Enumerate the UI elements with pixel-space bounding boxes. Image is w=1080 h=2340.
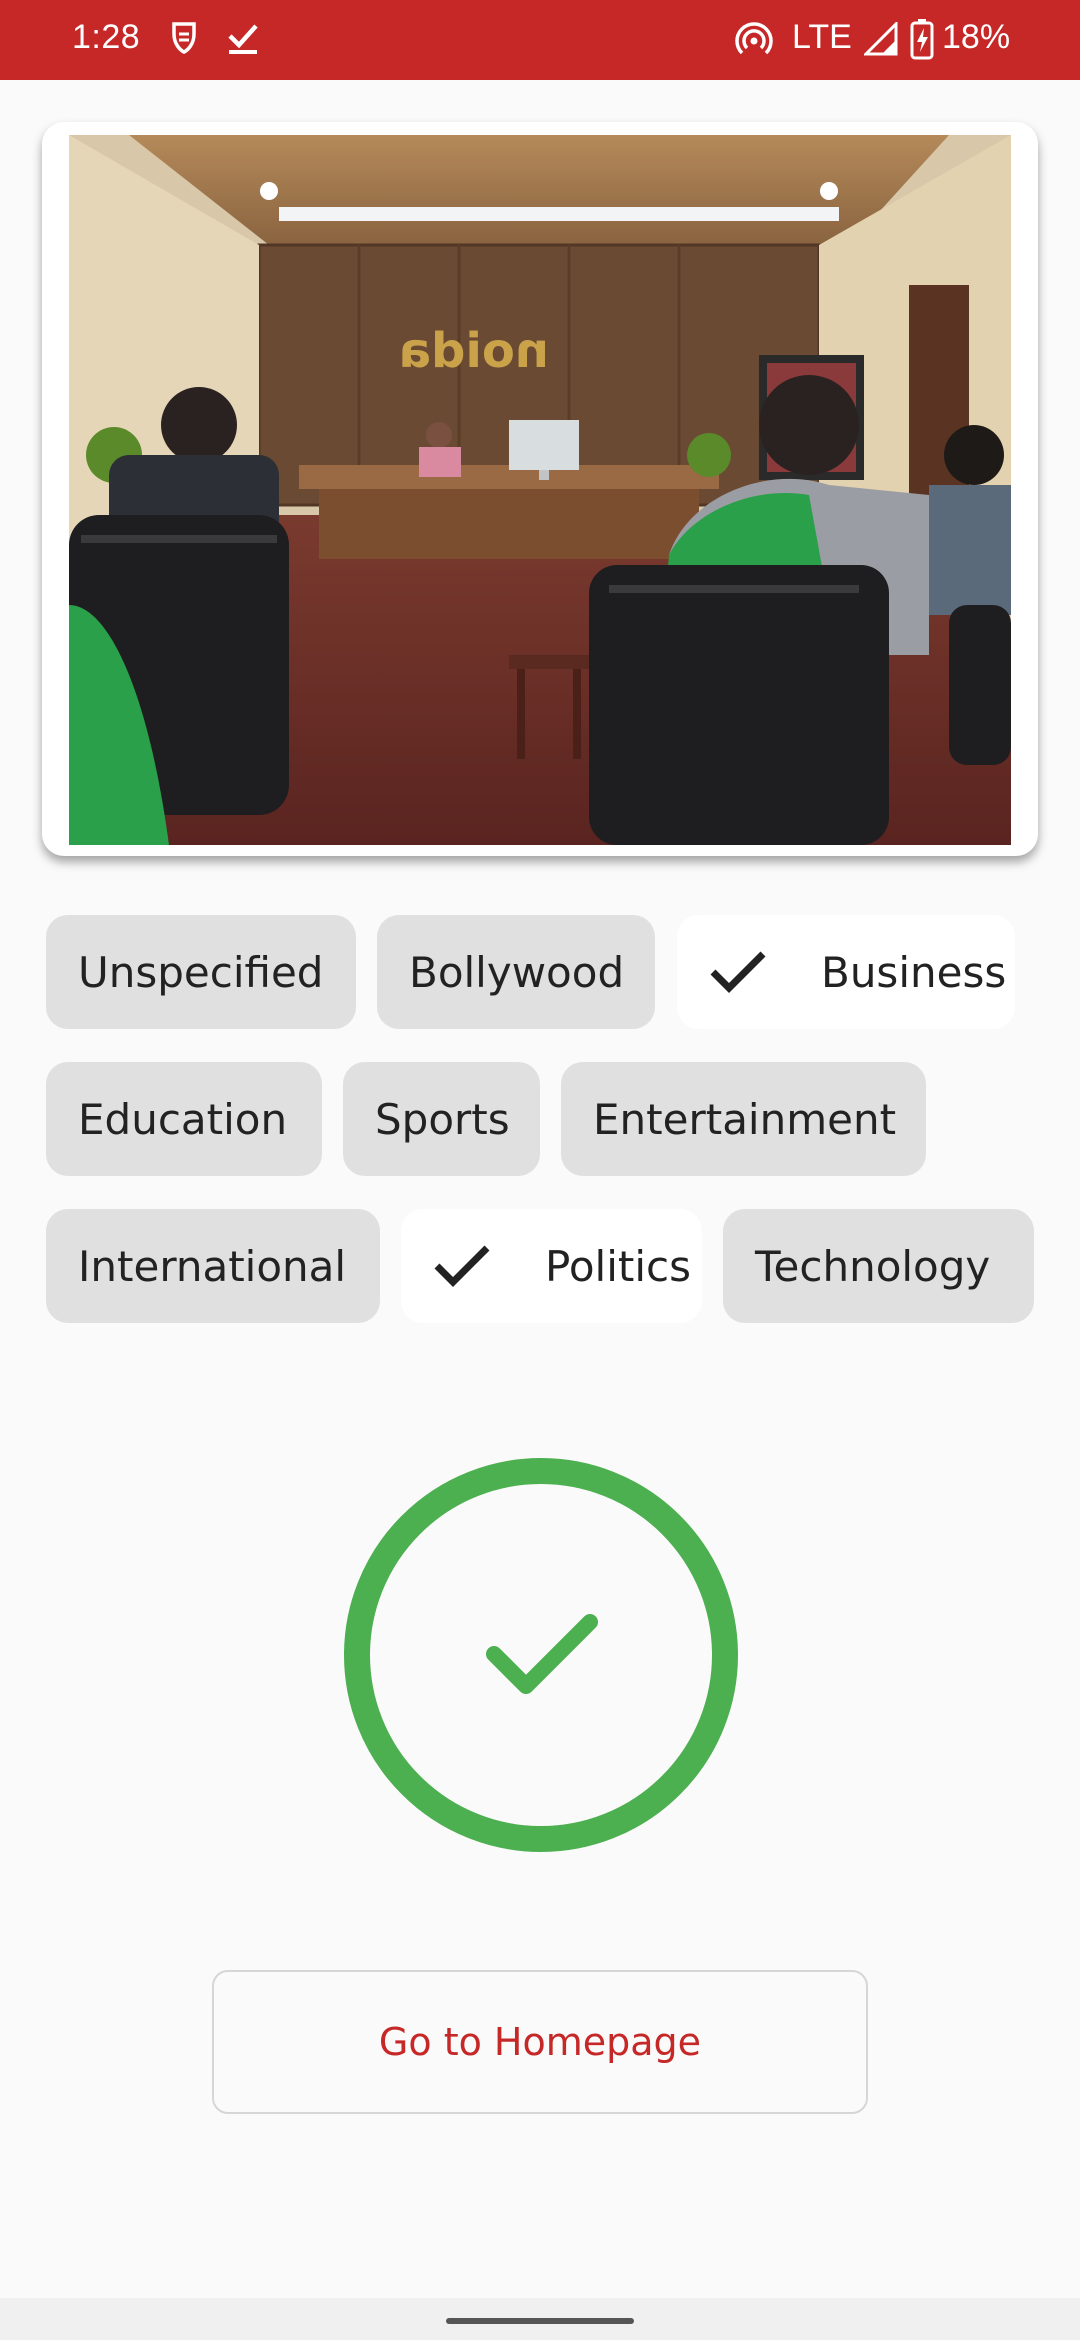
gesture-handle[interactable] [446, 2318, 634, 2324]
check-circle-icon [344, 1458, 738, 1852]
article-photo: noida [69, 135, 1011, 845]
chip-unspecified[interactable]: Unspecified [46, 915, 356, 1029]
chip-entertainment[interactable]: Entertainment [561, 1062, 926, 1176]
chip-education[interactable]: Education [46, 1062, 322, 1176]
signal-icon [864, 22, 898, 56]
chip-label: Bollywood [409, 947, 625, 997]
battery-charging-icon [910, 19, 934, 60]
hotspot-icon [735, 22, 773, 55]
chip-business[interactable]: Business [677, 915, 1015, 1029]
chip-label: International [78, 1241, 347, 1291]
chip-international[interactable]: International [46, 1209, 380, 1323]
chip-bollywood[interactable]: Bollywood [377, 915, 655, 1029]
status-bar: 1:28 LTE 18% [0, 0, 1080, 80]
shield-notification-icon [172, 22, 196, 54]
article-photo-sign: noida [399, 323, 549, 379]
article-image-card: noida [42, 122, 1038, 856]
go-to-homepage-button[interactable]: Go to Homepage [212, 1970, 868, 2114]
go-to-homepage-label: Go to Homepage [378, 2020, 702, 2064]
chip-label: Business [821, 947, 1007, 997]
chip-sports[interactable]: Sports [343, 1062, 540, 1176]
chip-label: Sports [375, 1094, 510, 1144]
chip-technology[interactable]: Technology [723, 1209, 1034, 1323]
check-icon [710, 951, 766, 993]
check-icon [434, 1245, 490, 1287]
status-time: 1:28 [72, 18, 141, 56]
network-type: LTE [792, 18, 852, 56]
chip-politics[interactable]: Politics [401, 1209, 702, 1323]
chip-label: Entertainment [593, 1094, 897, 1144]
download-done-icon [228, 24, 258, 54]
chip-label: Education [78, 1094, 288, 1144]
battery-percentage: 18% [942, 18, 1011, 56]
chip-label: Politics [545, 1241, 691, 1291]
chip-label: Technology [755, 1241, 991, 1291]
chip-label: Unspecified [78, 947, 324, 997]
